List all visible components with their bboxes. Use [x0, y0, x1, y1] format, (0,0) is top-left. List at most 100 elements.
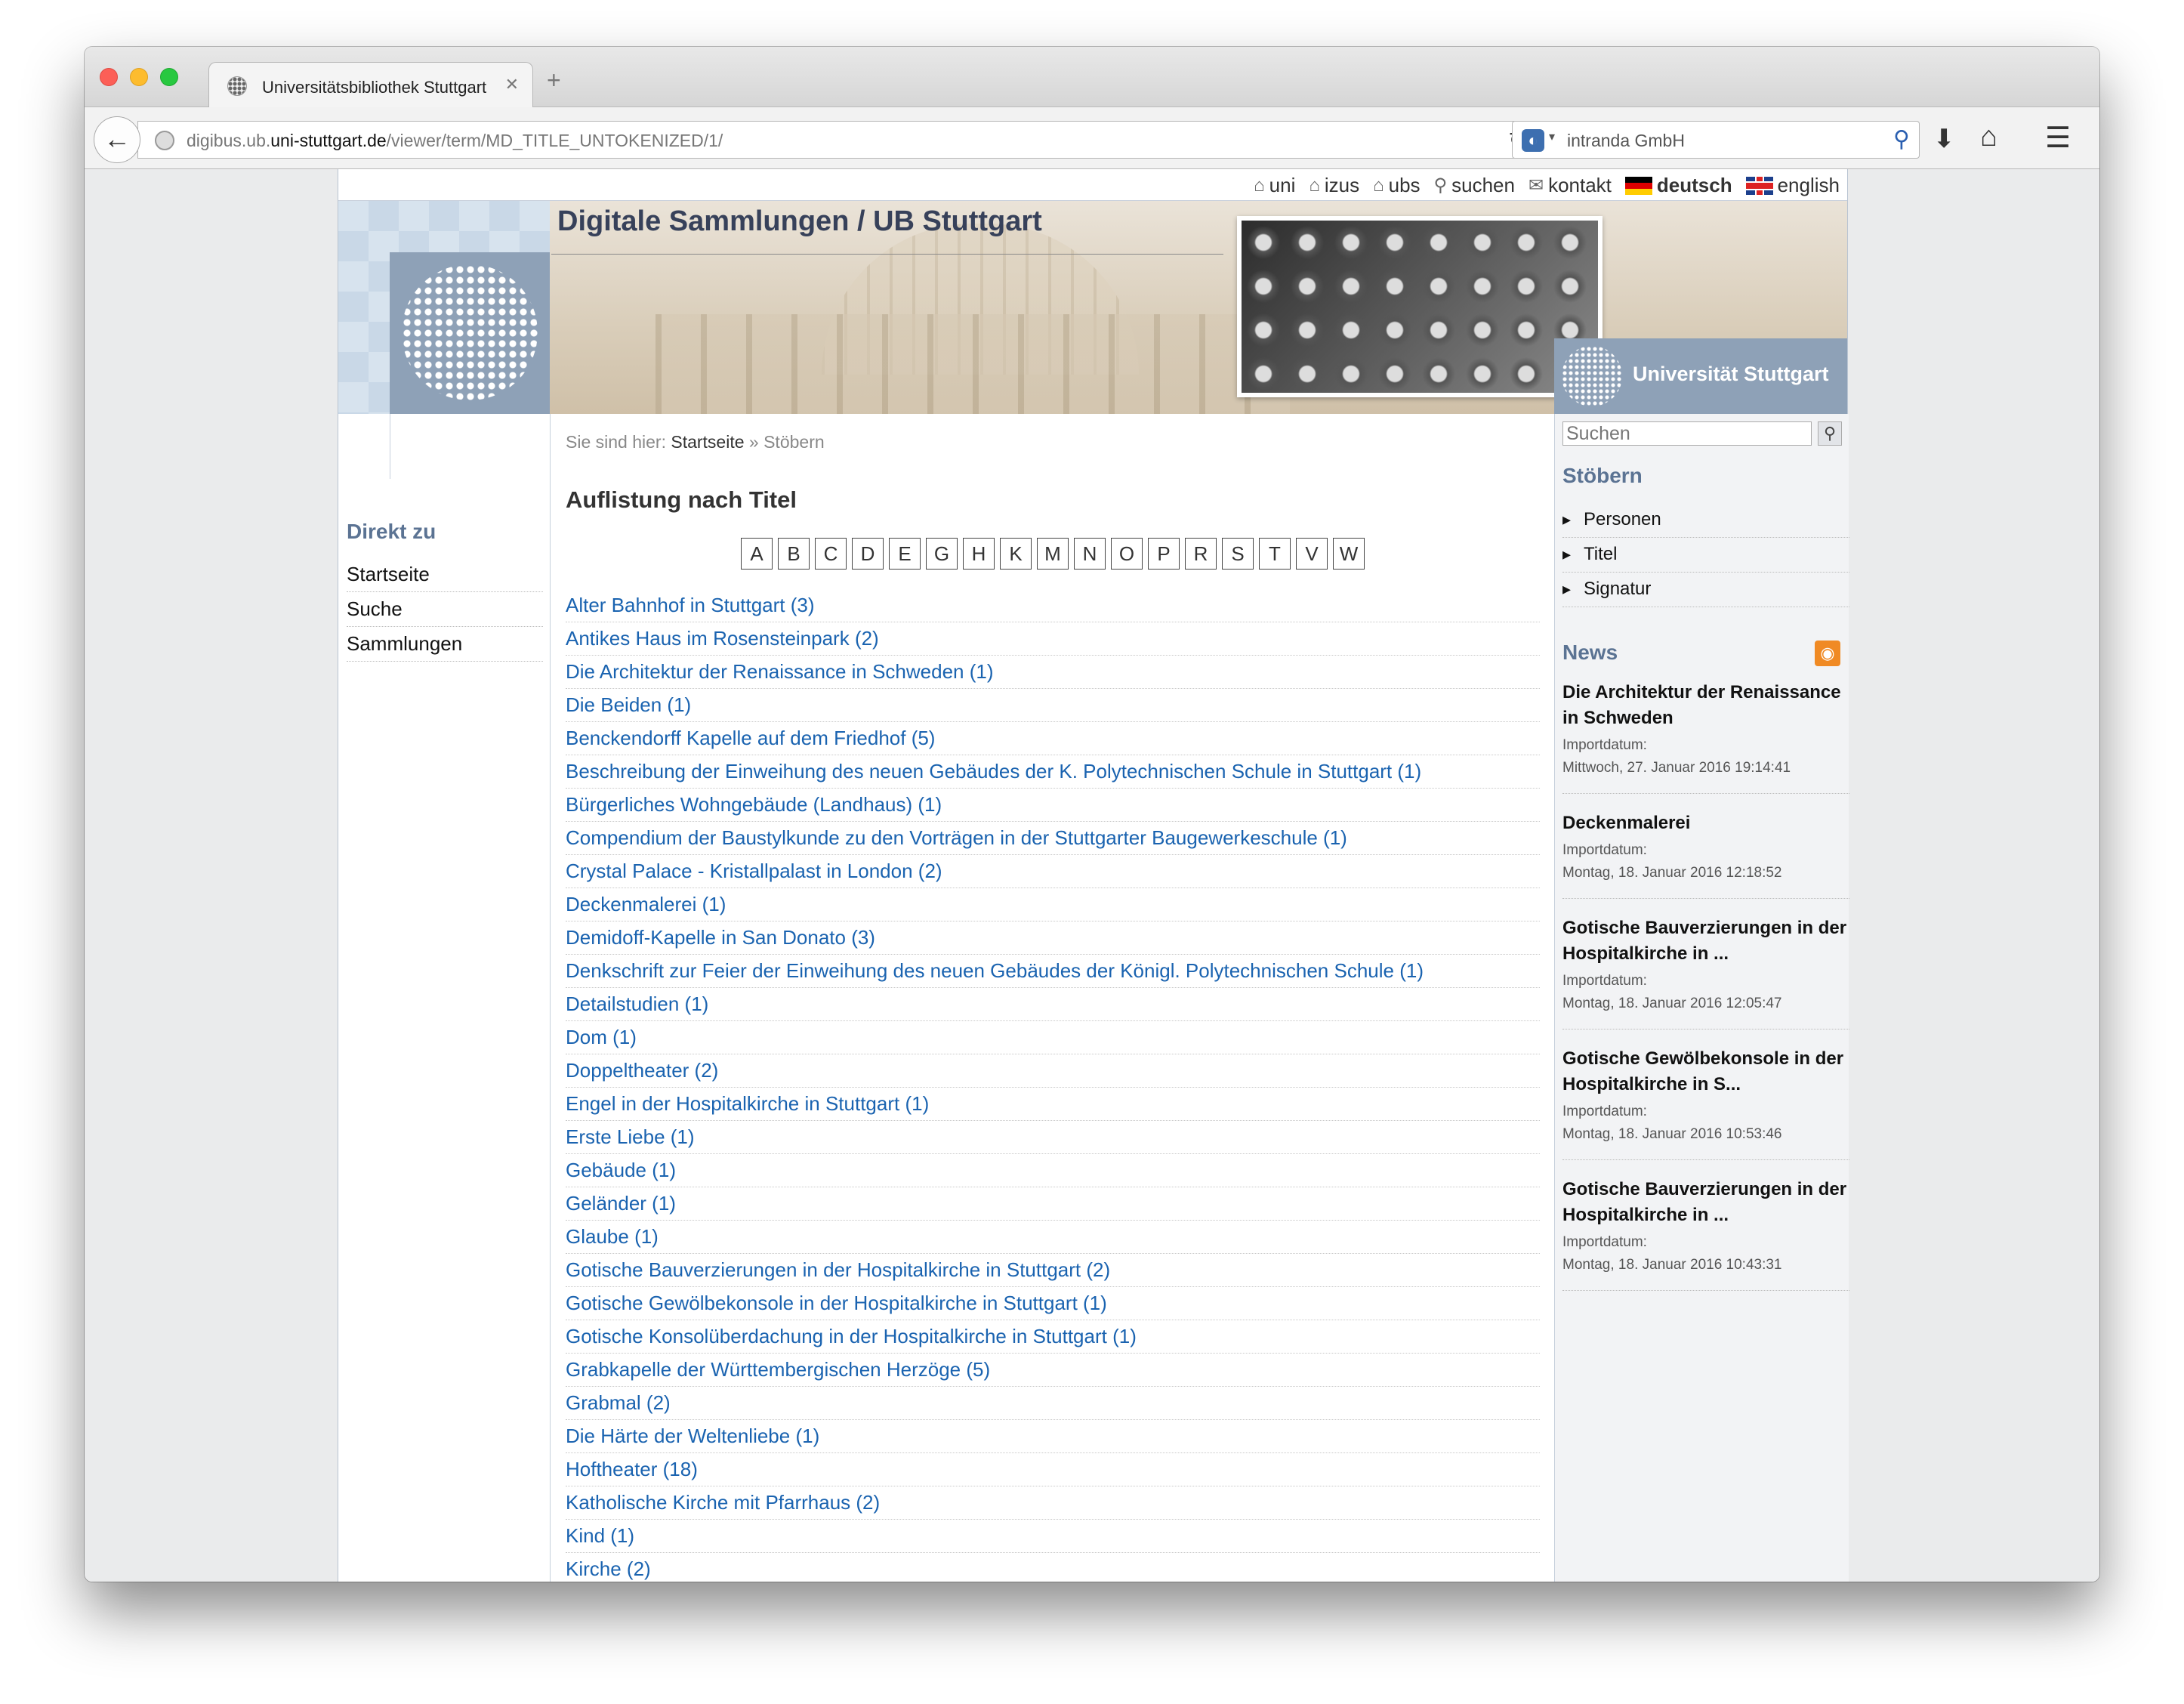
title-list-item[interactable]: Gebäude (1): [566, 1154, 1540, 1187]
letter-filter-t[interactable]: T: [1259, 538, 1291, 570]
title-list-item[interactable]: Die Architektur der Renaissance in Schwe…: [566, 656, 1540, 689]
page-title: Auflistung nach Titel: [566, 486, 797, 513]
url-text: digibus.ub.uni-stuttgart.de/viewer/term/…: [187, 131, 723, 150]
browse-signatur[interactable]: Signatur: [1562, 573, 1849, 607]
magnifier-icon[interactable]: ⚲: [1893, 126, 1910, 153]
letter-filter-b[interactable]: B: [778, 538, 810, 570]
site-search-input[interactable]: Suchen: [1562, 421, 1812, 446]
rss-icon[interactable]: ◉: [1815, 641, 1840, 666]
news-title-link[interactable]: Gotische Bauverzierungen in der Hospital…: [1562, 915, 1849, 967]
news-import-label: Importdatum:: [1562, 737, 1647, 753]
title-list-item[interactable]: Katholische Kirche mit Pfarrhaus (2): [566, 1486, 1540, 1520]
title-list-item[interactable]: Grabkapelle der Württembergischen Herzög…: [566, 1354, 1540, 1387]
search-engine-icon[interactable]: ◐: [1522, 129, 1544, 152]
title-list-item[interactable]: Bürgerliches Wohngebäude (Landhaus) (1): [566, 789, 1540, 822]
browse-personen[interactable]: Personen: [1562, 503, 1849, 538]
site-header: Digitale Sammlungen / UB Stuttgart Unive…: [338, 201, 1847, 414]
news-title-link[interactable]: Gotische Gewölbekonsole in der Hospitalk…: [1562, 1046, 1849, 1097]
title-list-item[interactable]: Benckendorff Kapelle auf dem Friedhof (5…: [566, 722, 1540, 755]
url-bar[interactable]: digibus.ub.uni-stuttgart.de/viewer/term/…: [137, 121, 1542, 159]
back-button[interactable]: ←: [94, 116, 140, 163]
title-list-item[interactable]: Antikes Haus im Rosensteinpark (2): [566, 622, 1540, 656]
letter-filter-r[interactable]: R: [1185, 538, 1217, 570]
download-icon[interactable]: ⬇: [1933, 124, 1955, 154]
title-list-item[interactable]: Die Härte der Weltenliebe (1): [566, 1420, 1540, 1453]
letter-filter-e[interactable]: E: [889, 538, 921, 570]
browser-search-bar[interactable]: ◐ ▾ intranda GmbH ⚲: [1512, 121, 1920, 159]
title-list-item[interactable]: Deckenmalerei (1): [566, 888, 1540, 921]
letter-filter-g[interactable]: G: [926, 538, 958, 570]
letter-filter-w[interactable]: W: [1333, 538, 1365, 570]
news-import-label: Importdatum:: [1562, 842, 1647, 858]
zoom-window-button[interactable]: [160, 68, 178, 86]
title-list-item[interactable]: Denkschrift zur Feier der Einweihung des…: [566, 955, 1540, 988]
letter-filter-d[interactable]: D: [852, 538, 884, 570]
title-list-item[interactable]: Gotische Bauverzierungen in der Hospital…: [566, 1254, 1540, 1287]
title-list-item[interactable]: Glaube (1): [566, 1221, 1540, 1254]
letter-filter-v[interactable]: V: [1296, 538, 1328, 570]
title-list-item[interactable]: Dom (1): [566, 1021, 1540, 1054]
title-bar: Universitätsbibliothek Stuttgart ✕ +: [85, 47, 2099, 109]
title-list-item[interactable]: Gotische Konsolüberdachung in der Hospit…: [566, 1320, 1540, 1354]
home-icon: ⌂: [1309, 174, 1320, 196]
new-tab-icon[interactable]: +: [547, 68, 561, 92]
news-title-link[interactable]: Deckenmalerei: [1562, 810, 1849, 836]
left-nav-startseite[interactable]: Startseite: [347, 557, 543, 592]
news-import-label: Importdatum:: [1562, 973, 1647, 989]
letter-filter-h[interactable]: H: [963, 538, 995, 570]
hamburger-menu-icon[interactable]: ☰: [2045, 121, 2071, 155]
topnav-kontakt[interactable]: ✉ kontakt: [1528, 174, 1612, 197]
lang-en-link[interactable]: english: [1745, 174, 1840, 197]
title-list-item[interactable]: Crystal Palace - Kristallpalast in Londo…: [566, 855, 1540, 888]
title-list-item[interactable]: Beschreibung der Einweihung des neuen Ge…: [566, 755, 1540, 789]
title-list-item[interactable]: Erste Liebe (1): [566, 1121, 1540, 1154]
letter-filter-k[interactable]: K: [1000, 538, 1032, 570]
site-title[interactable]: Digitale Sammlungen / UB Stuttgart: [557, 205, 1042, 238]
title-list-item[interactable]: Hoftheater (18): [566, 1453, 1540, 1486]
globe-icon: [155, 131, 174, 150]
title-list-item[interactable]: Detailstudien (1): [566, 988, 1540, 1021]
title-list-item[interactable]: Gotische Gewölbekonsole in der Hospitalk…: [566, 1287, 1540, 1320]
news-title-link[interactable]: Die Architektur der Renaissance in Schwe…: [1562, 680, 1849, 731]
title-list-item[interactable]: Kind (1): [566, 1520, 1540, 1553]
title-list-item[interactable]: Geländer (1): [566, 1187, 1540, 1221]
title-list-item[interactable]: Demidoff-Kapelle in San Donato (3): [566, 921, 1540, 955]
letter-filter-m[interactable]: M: [1037, 538, 1069, 570]
direkt-zu-heading: Direkt zu: [347, 520, 436, 543]
letter-filter-c[interactable]: C: [815, 538, 847, 570]
letter-filter-n[interactable]: N: [1074, 538, 1106, 570]
topnav-ubs[interactable]: ⌂ ubs: [1373, 174, 1420, 197]
title-list-item[interactable]: Die Beiden (1): [566, 689, 1540, 722]
title-list-item[interactable]: Engel in der Hospitalkirche in Stuttgart…: [566, 1088, 1540, 1121]
letter-filter-o[interactable]: O: [1111, 538, 1143, 570]
search-icon: ⚲: [1823, 424, 1837, 443]
letter-filter-s[interactable]: S: [1222, 538, 1254, 570]
lang-de-link[interactable]: deutsch: [1624, 174, 1732, 197]
left-nav-sammlungen[interactable]: Sammlungen: [347, 627, 543, 662]
chevron-down-icon[interactable]: ▾: [1549, 129, 1555, 144]
title-list-item[interactable]: Compendium der Baustylkunde zu den Vortr…: [566, 822, 1540, 855]
logo-dots-icon: [402, 264, 538, 400]
site-search-button[interactable]: ⚲: [1818, 421, 1842, 446]
topnav-izus[interactable]: ⌂ izus: [1309, 174, 1359, 197]
title-list-item[interactable]: Grabmal (2): [566, 1387, 1540, 1420]
title-list-item[interactable]: Doppeltheater (2): [566, 1054, 1540, 1088]
topnav-suchen[interactable]: ⚲ suchen: [1434, 174, 1515, 197]
left-nav-suche[interactable]: Suche: [347, 592, 543, 627]
close-tab-icon[interactable]: ✕: [505, 75, 519, 94]
site-container: ⌂ uni ⌂ izus ⌂ ubs ⚲ suchen ✉ kontakt deutsch…: [338, 169, 1849, 1582]
university-badge[interactable]: Universität Stuttgart: [1554, 338, 1847, 414]
minimize-window-button[interactable]: [130, 68, 148, 86]
news-title-link[interactable]: Gotische Bauverzierungen in der Hospital…: [1562, 1177, 1849, 1228]
home-icon[interactable]: ⌂: [1980, 121, 1997, 153]
topnav-uni[interactable]: ⌂ uni: [1254, 174, 1295, 197]
close-window-button[interactable]: [100, 68, 118, 86]
browser-tab[interactable]: Universitätsbibliothek Stuttgart ✕: [208, 62, 533, 109]
university-logo[interactable]: [390, 252, 550, 414]
browse-titel[interactable]: Titel: [1562, 538, 1849, 573]
letter-filter-p[interactable]: P: [1148, 538, 1180, 570]
breadcrumb-home-link[interactable]: Startseite: [671, 432, 744, 452]
title-list-item[interactable]: Alter Bahnhof in Stuttgart (3): [566, 589, 1540, 622]
title-list-item[interactable]: Kirche (2): [566, 1553, 1540, 1582]
letter-filter-a[interactable]: A: [741, 538, 773, 570]
